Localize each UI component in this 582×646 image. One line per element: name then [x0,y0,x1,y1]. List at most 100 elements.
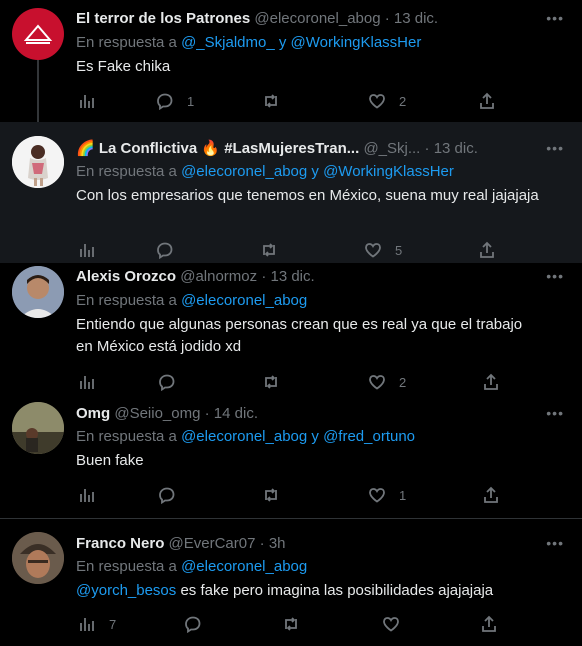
more-icon[interactable]: ••• [546,140,564,156]
reply-mention[interactable]: @WorkingKlassHer [323,163,454,180]
timestamp[interactable]: 13 dic. [394,10,438,27]
reply-context: En respuesta a @elecoronel_abog y @Worki… [76,163,454,180]
share-icon [480,241,494,258]
display-name[interactable]: Omg [76,405,110,422]
tweet-1[interactable]: El terror de los Patrones @elecoronel_ab… [0,0,582,122]
like-count: 5 [395,242,403,258]
display-name[interactable]: Alexis Orozco [76,268,176,285]
avatar[interactable] [12,266,64,318]
retweet-icon [265,375,277,389]
like-count: 2 [399,374,407,390]
share-button[interactable] [478,92,496,110]
views-button[interactable]: 7 [78,615,116,633]
reply-count: 1 [187,93,195,109]
views-count: 7 [109,616,117,632]
retweet-button[interactable] [262,92,293,110]
tweet-3[interactable]: Alexis Orozco @alnormoz · 13 dic. ••• En… [0,263,582,398]
handle[interactable]: @alnormoz [180,268,257,285]
like-button[interactable]: 1 [368,486,406,504]
retweet-icon [265,94,277,108]
tweet-actions: 5 [76,241,506,261]
reply-mention[interactable]: @elecoronel_abog [181,558,307,575]
display-name[interactable]: El terror de los Patrones [76,10,250,27]
tweet-actions: 2 [76,373,506,393]
tweet-actions: 7 [76,615,506,635]
reply-button[interactable] [158,486,189,504]
handle[interactable]: @Seiio_omg [114,405,200,422]
reply-button[interactable]: 1 [156,92,194,110]
reply-mention[interactable]: @fred_ortuno [323,428,415,445]
reply-button[interactable] [158,373,189,391]
reply-mention[interactable]: @elecoronel_abog [181,163,307,180]
reply-mention[interactable]: @elecoronel_abog [181,428,307,445]
like-count: 1 [399,487,407,503]
reply-button[interactable] [184,615,215,633]
share-button[interactable] [482,373,500,391]
share-button[interactable] [478,241,496,259]
reply-context: En respuesta a @elecoronel_abog [76,558,307,575]
reply-mention[interactable]: @WorkingKlassHer [291,34,422,51]
avatar[interactable] [12,532,64,584]
reply-context: En respuesta a @elecoronel_abog [76,292,307,309]
display-name[interactable]: Franco Nero [76,535,164,552]
share-button[interactable] [480,615,498,633]
reply-icon [157,242,173,259]
avatar[interactable] [12,136,64,188]
avatar[interactable] [12,8,64,60]
more-icon[interactable]: ••• [546,405,564,421]
handle[interactable]: @EverCar07 [169,535,256,552]
handle[interactable]: @_Skj... [363,140,420,157]
views-button[interactable] [78,373,109,391]
views-button[interactable] [78,241,109,259]
avatar[interactable] [12,402,64,454]
share-icon [480,92,494,109]
reply-button[interactable] [156,241,187,259]
timestamp[interactable]: 13 dic. [270,268,314,285]
views-icon [80,95,94,108]
tweet-actions: 1 [76,486,506,506]
retweet-button[interactable] [262,486,293,504]
views-icon [80,244,94,257]
views-button[interactable] [78,486,109,504]
retweet-button[interactable] [282,615,313,633]
reply-label: En respuesta a [76,163,177,180]
more-icon[interactable]: ••• [546,268,564,284]
reply-label: En respuesta a [76,34,177,51]
reply-label: En respuesta a [76,558,177,575]
reply-icon [159,487,175,504]
handle[interactable]: @elecoronel_abog [254,10,380,27]
like-button[interactable]: 2 [368,92,406,110]
more-icon[interactable]: ••• [546,535,564,551]
person-photo-icon [12,266,64,318]
retweet-icon [263,243,275,257]
reply-mention[interactable]: @elecoronel_abog [181,292,307,309]
tweet-2[interactable]: 🌈 La Conflictiva 🔥 #LasMujeresTran... @_… [0,122,582,263]
brand-logo-icon [23,24,53,44]
timestamp[interactable]: 13 dic. [434,140,478,157]
reply-context: En respuesta a @_Skjaldmo_ y @WorkingKla… [76,34,421,51]
reply-mention[interactable]: @_Skjaldmo_ [181,34,275,51]
thread-line [37,60,39,122]
timestamp[interactable]: 3h [269,535,286,552]
tweet-4[interactable]: Omg @Seiio_omg · 14 dic. ••• En respuest… [0,398,582,518]
tweet-text: Es Fake chika [76,58,171,75]
views-button[interactable] [78,92,109,110]
text-mention[interactable]: @yorch_besos [76,582,176,599]
like-button[interactable]: 5 [364,241,402,259]
landscape-photo-icon [12,402,64,454]
like-icon [369,375,385,390]
tweet-header: Alexis Orozco @alnormoz · 13 dic. [76,267,542,287]
display-name[interactable]: 🌈 La Conflictiva 🔥 #LasMujeresTran... [76,140,359,157]
share-button[interactable] [482,486,500,504]
tweet-5[interactable]: Franco Nero @EverCar07 · 3h ••• En respu… [0,519,582,646]
separator-dot: · [259,535,265,552]
timestamp[interactable]: 14 dic. [214,405,258,422]
retweet-button[interactable] [262,373,293,391]
more-icon[interactable]: ••• [546,10,564,26]
tweet-actions: 1 2 [76,92,506,112]
reply-and: y [311,428,319,445]
tweet-header: 🌈 La Conflictiva 🔥 #LasMujeresTran... @_… [76,139,522,159]
like-button[interactable] [382,615,413,633]
retweet-button[interactable] [260,241,291,259]
like-button[interactable]: 2 [368,373,406,391]
